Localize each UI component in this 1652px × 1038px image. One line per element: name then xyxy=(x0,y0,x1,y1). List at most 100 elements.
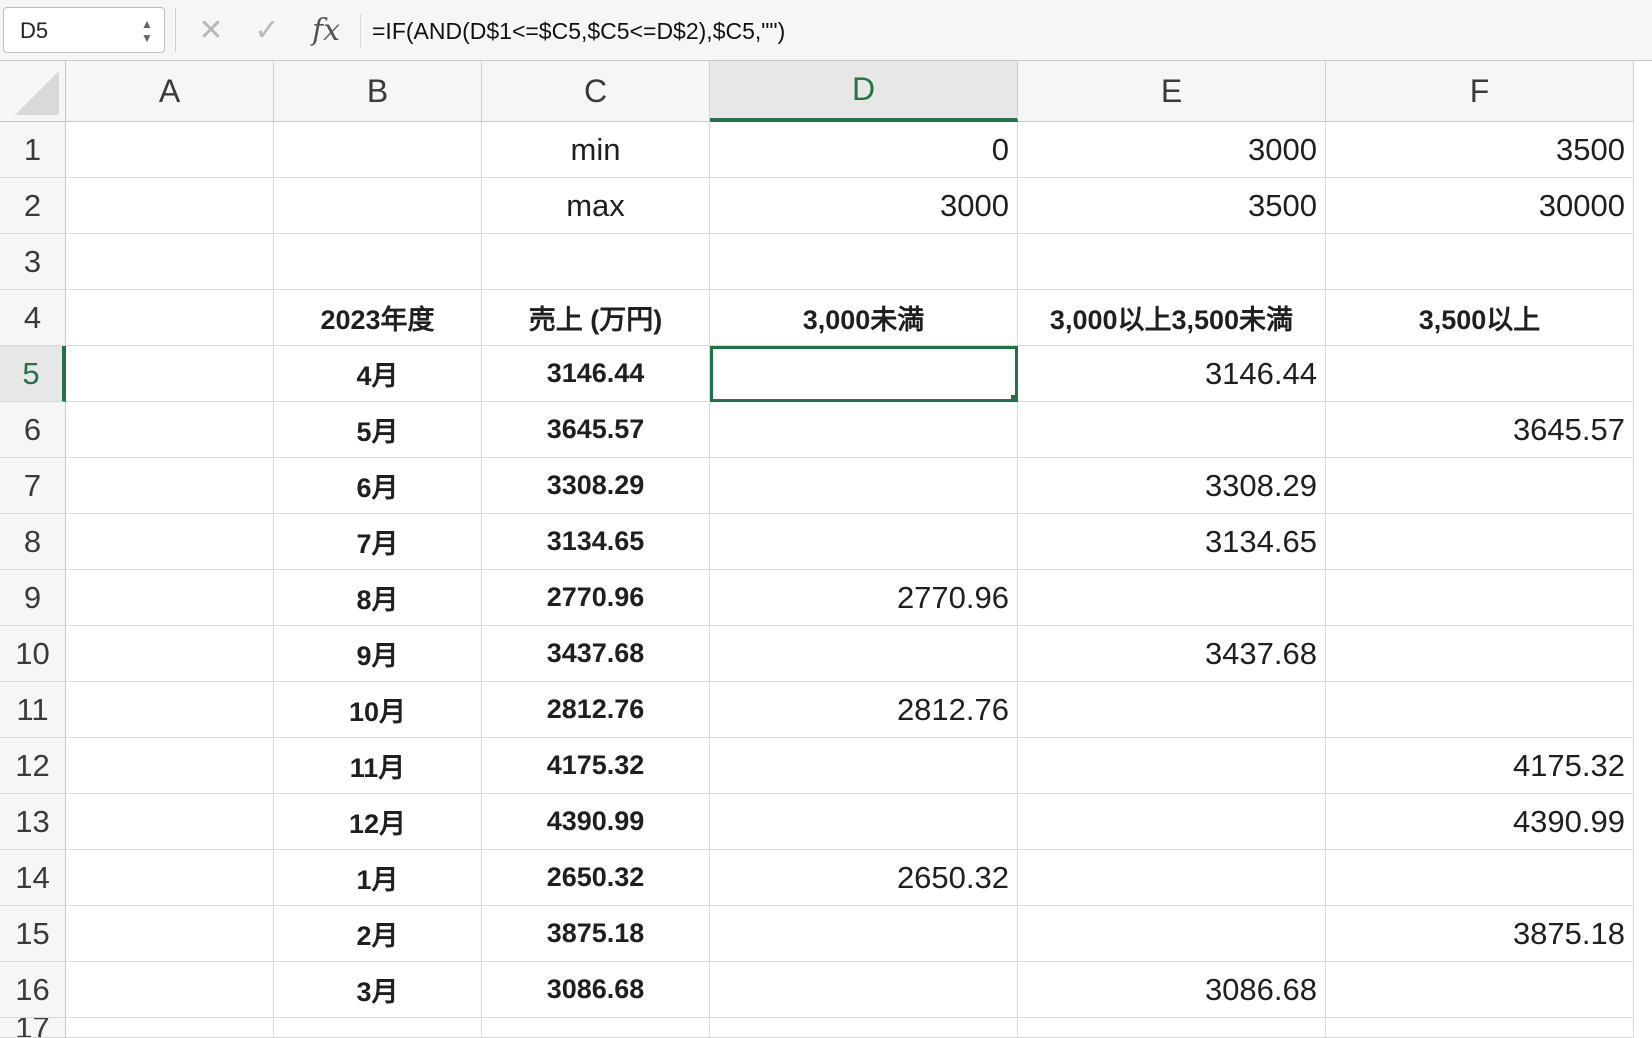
cell-b2[interactable] xyxy=(274,178,482,234)
cell-b14[interactable]: 1月 xyxy=(274,850,482,906)
cell-f7[interactable] xyxy=(1326,458,1634,514)
row-header-10[interactable]: 10 xyxy=(0,626,66,682)
cell-e10[interactable]: 3437.68 xyxy=(1018,626,1326,682)
cell-e17[interactable] xyxy=(1018,1018,1326,1038)
cell-c12[interactable]: 4175.32 xyxy=(482,738,710,794)
cell-d6[interactable] xyxy=(710,402,1018,458)
cell-b11[interactable]: 10月 xyxy=(274,682,482,738)
cell-d5[interactable] xyxy=(710,346,1018,402)
select-all-corner[interactable] xyxy=(0,61,66,122)
formula-input[interactable]: =IF(AND(D$1<=$C5,$C5<=D$2),$C5,"") xyxy=(372,14,785,48)
cell-c10[interactable]: 3437.68 xyxy=(482,626,710,682)
cell-e3[interactable] xyxy=(1018,234,1326,290)
cell-f10[interactable] xyxy=(1326,626,1634,682)
cell-e14[interactable] xyxy=(1018,850,1326,906)
cell-e11[interactable] xyxy=(1018,682,1326,738)
cell-a16[interactable] xyxy=(66,962,274,1018)
cell-e7[interactable]: 3308.29 xyxy=(1018,458,1326,514)
cell-b13[interactable]: 12月 xyxy=(274,794,482,850)
cell-d17[interactable] xyxy=(710,1018,1018,1038)
insert-function-icon[interactable]: fx xyxy=(312,10,340,50)
cell-e16[interactable]: 3086.68 xyxy=(1018,962,1326,1018)
cell-f9[interactable] xyxy=(1326,570,1634,626)
cell-c6[interactable]: 3645.57 xyxy=(482,402,710,458)
cell-d4[interactable]: 3,000未満 xyxy=(710,290,1018,346)
cell-a10[interactable] xyxy=(66,626,274,682)
cell-c14[interactable]: 2650.32 xyxy=(482,850,710,906)
row-header-14[interactable]: 14 xyxy=(0,850,66,906)
cell-b1[interactable] xyxy=(274,122,482,178)
cell-f2[interactable]: 30000 xyxy=(1326,178,1634,234)
row-header-9[interactable]: 9 xyxy=(0,570,66,626)
cell-b9[interactable]: 8月 xyxy=(274,570,482,626)
cell-c17[interactable] xyxy=(482,1018,710,1038)
cell-b7[interactable]: 6月 xyxy=(274,458,482,514)
cell-d9[interactable]: 2770.96 xyxy=(710,570,1018,626)
row-header-11[interactable]: 11 xyxy=(0,682,66,738)
cell-a8[interactable] xyxy=(66,514,274,570)
cell-f12[interactable]: 4175.32 xyxy=(1326,738,1634,794)
cell-f14[interactable] xyxy=(1326,850,1634,906)
cell-c5[interactable]: 3146.44 xyxy=(482,346,710,402)
cell-c11[interactable]: 2812.76 xyxy=(482,682,710,738)
cell-d2[interactable]: 3000 xyxy=(710,178,1018,234)
cell-b3[interactable] xyxy=(274,234,482,290)
cell-a6[interactable] xyxy=(66,402,274,458)
cell-d8[interactable] xyxy=(710,514,1018,570)
cell-e4[interactable]: 3,000以上3,500未満 xyxy=(1018,290,1326,346)
cell-a5[interactable] xyxy=(66,346,274,402)
cell-c13[interactable]: 4390.99 xyxy=(482,794,710,850)
cell-a11[interactable] xyxy=(66,682,274,738)
cell-c7[interactable]: 3308.29 xyxy=(482,458,710,514)
column-header-d[interactable]: D xyxy=(710,61,1018,122)
column-header-e[interactable]: E xyxy=(1018,61,1326,122)
column-header-a[interactable]: A xyxy=(66,61,274,122)
cell-d10[interactable] xyxy=(710,626,1018,682)
cell-e5[interactable]: 3146.44 xyxy=(1018,346,1326,402)
row-header-13[interactable]: 13 xyxy=(0,794,66,850)
row-header-5[interactable]: 5 xyxy=(0,346,66,402)
cell-b15[interactable]: 2月 xyxy=(274,906,482,962)
cell-a7[interactable] xyxy=(66,458,274,514)
cell-a14[interactable] xyxy=(66,850,274,906)
cell-c4[interactable]: 売上 (万円) xyxy=(482,290,710,346)
cell-c8[interactable]: 3134.65 xyxy=(482,514,710,570)
row-header-6[interactable]: 6 xyxy=(0,402,66,458)
cell-d15[interactable] xyxy=(710,906,1018,962)
cell-e12[interactable] xyxy=(1018,738,1326,794)
cell-e2[interactable]: 3500 xyxy=(1018,178,1326,234)
row-header-16[interactable]: 16 xyxy=(0,962,66,1018)
row-header-8[interactable]: 8 xyxy=(0,514,66,570)
cell-b6[interactable]: 5月 xyxy=(274,402,482,458)
cell-c2[interactable]: max xyxy=(482,178,710,234)
cell-f13[interactable]: 4390.99 xyxy=(1326,794,1634,850)
enter-icon[interactable]: ✓ xyxy=(250,10,284,50)
row-header-7[interactable]: 7 xyxy=(0,458,66,514)
column-header-b[interactable]: B xyxy=(274,61,482,122)
cell-e6[interactable] xyxy=(1018,402,1326,458)
row-header-4[interactable]: 4 xyxy=(0,290,66,346)
cell-f3[interactable] xyxy=(1326,234,1634,290)
cell-d3[interactable] xyxy=(710,234,1018,290)
cell-f4[interactable]: 3,500以上 xyxy=(1326,290,1634,346)
cell-a1[interactable] xyxy=(66,122,274,178)
cancel-icon[interactable]: ✕ xyxy=(196,10,226,50)
cell-f17[interactable] xyxy=(1326,1018,1634,1038)
cell-c15[interactable]: 3875.18 xyxy=(482,906,710,962)
row-header-12[interactable]: 12 xyxy=(0,738,66,794)
cell-a15[interactable] xyxy=(66,906,274,962)
cell-f16[interactable] xyxy=(1326,962,1634,1018)
cell-c16[interactable]: 3086.68 xyxy=(482,962,710,1018)
row-header-2[interactable]: 2 xyxy=(0,178,66,234)
cell-d12[interactable] xyxy=(710,738,1018,794)
fill-handle[interactable] xyxy=(1010,394,1015,399)
cell-f8[interactable] xyxy=(1326,514,1634,570)
cell-a4[interactable] xyxy=(66,290,274,346)
cell-d13[interactable] xyxy=(710,794,1018,850)
cell-b12[interactable]: 11月 xyxy=(274,738,482,794)
cell-d1[interactable]: 0 xyxy=(710,122,1018,178)
row-header-3[interactable]: 3 xyxy=(0,234,66,290)
cell-f5[interactable] xyxy=(1326,346,1634,402)
cell-b5[interactable]: 4月 xyxy=(274,346,482,402)
name-box-stepper-icon[interactable]: ▲ ▼ xyxy=(138,13,156,49)
